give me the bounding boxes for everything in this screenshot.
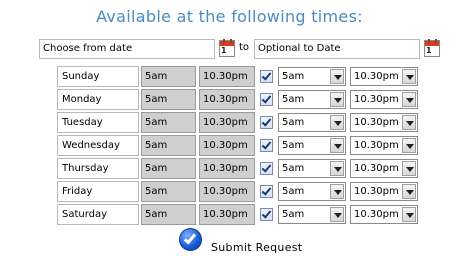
default-start-time: 5am [141, 158, 196, 179]
start-time-select[interactable]: 5am [278, 182, 346, 201]
day-enabled-checkbox[interactable] [260, 208, 273, 221]
default-end-time: 10.30pm [199, 112, 255, 133]
from-date-field[interactable]: Choose from date [39, 39, 215, 59]
chevron-down-icon[interactable] [402, 115, 416, 130]
date-range: Choose from date 1 to Optional to Date 1 [0, 39, 459, 59]
end-time-select[interactable]: 10.30pm [350, 159, 418, 178]
start-time-select[interactable]: 5am [278, 67, 346, 86]
end-time-select[interactable]: 10.30pm [350, 67, 418, 86]
day-field: Thursday [57, 158, 139, 179]
calendar-icon[interactable]: 1 [219, 39, 235, 57]
end-time-select[interactable]: 10.30pm [350, 205, 418, 224]
day-field: Saturday [57, 204, 139, 225]
chevron-down-icon[interactable] [402, 92, 416, 107]
day-enabled-checkbox[interactable] [260, 185, 273, 198]
start-time-value: 5am [282, 117, 305, 128]
start-time-value: 5am [282, 94, 305, 105]
start-time-value: 5am [282, 209, 305, 220]
schedule-row: Tuesday 5am 10.30pm 5am 10.30pm [0, 112, 459, 133]
default-end-time: 10.30pm [199, 181, 255, 202]
start-time-value: 5am [282, 186, 305, 197]
chevron-down-icon[interactable] [330, 184, 344, 199]
chevron-down-icon[interactable] [402, 161, 416, 176]
day-enabled-checkbox[interactable] [260, 139, 273, 152]
start-time-select[interactable]: 5am [278, 113, 346, 132]
chevron-down-icon[interactable] [330, 207, 344, 222]
end-time-value: 10.30pm [354, 94, 399, 105]
end-time-select[interactable]: 10.30pm [350, 113, 418, 132]
submit-label[interactable]: Submit Request [211, 241, 302, 254]
checkmark-circle-icon[interactable] [179, 228, 202, 251]
default-start-time: 5am [141, 112, 196, 133]
default-start-time: 5am [141, 204, 196, 225]
chevron-down-icon[interactable] [402, 69, 416, 84]
end-time-value: 10.30pm [354, 163, 399, 174]
day-enabled-checkbox[interactable] [260, 116, 273, 129]
start-time-select[interactable]: 5am [278, 90, 346, 109]
default-end-time: 10.30pm [199, 135, 255, 156]
chevron-down-icon[interactable] [402, 207, 416, 222]
page-title: Available at the following times: [96, 7, 363, 26]
start-time-value: 5am [282, 163, 305, 174]
day-field: Monday [57, 89, 139, 110]
end-time-select[interactable]: 10.30pm [350, 136, 418, 155]
to-date-field[interactable]: Optional to Date [254, 39, 420, 59]
calendar-icon[interactable]: 1 [424, 39, 440, 57]
chevron-down-icon[interactable] [402, 138, 416, 153]
chevron-down-icon[interactable] [330, 115, 344, 130]
schedule-row: Monday 5am 10.30pm 5am 10.30pm [0, 89, 459, 110]
chevron-down-icon[interactable] [330, 92, 344, 107]
to-label: to [239, 42, 250, 53]
day-field: Sunday [57, 66, 139, 87]
schedule-row: Thursday 5am 10.30pm 5am 10.30pm [0, 158, 459, 179]
default-end-time: 10.30pm [199, 204, 255, 225]
default-start-time: 5am [141, 66, 196, 87]
default-end-time: 10.30pm [199, 89, 255, 110]
schedule-row: Saturday 5am 10.30pm 5am 10.30pm [0, 204, 459, 225]
end-time-value: 10.30pm [354, 71, 399, 82]
default-start-time: 5am [141, 181, 196, 202]
day-enabled-checkbox[interactable] [260, 162, 273, 175]
end-time-value: 10.30pm [354, 140, 399, 151]
default-start-time: 5am [141, 89, 196, 110]
day-field: Friday [57, 181, 139, 202]
default-end-time: 10.30pm [199, 66, 255, 87]
end-time-value: 10.30pm [354, 117, 399, 128]
start-time-select[interactable]: 5am [278, 159, 346, 178]
end-time-select[interactable]: 10.30pm [350, 182, 418, 201]
chevron-down-icon[interactable] [330, 69, 344, 84]
end-time-value: 10.30pm [354, 186, 399, 197]
day-enabled-checkbox[interactable] [260, 70, 273, 83]
day-field: Wednesday [57, 135, 139, 156]
day-enabled-checkbox[interactable] [260, 93, 273, 106]
chevron-down-icon[interactable] [330, 161, 344, 176]
default-start-time: 5am [141, 135, 196, 156]
start-time-value: 5am [282, 71, 305, 82]
start-time-select[interactable]: 5am [278, 205, 346, 224]
schedule-row: Wednesday 5am 10.30pm 5am 10.30pm [0, 135, 459, 156]
day-field: Tuesday [57, 112, 139, 133]
start-time-select[interactable]: 5am [278, 136, 346, 155]
start-time-value: 5am [282, 140, 305, 151]
end-time-select[interactable]: 10.30pm [350, 90, 418, 109]
chevron-down-icon[interactable] [330, 138, 344, 153]
schedule-row: Sunday 5am 10.30pm 5am 10.30pm [0, 66, 459, 87]
schedule-row: Friday 5am 10.30pm 5am 10.30pm [0, 181, 459, 202]
default-end-time: 10.30pm [199, 158, 255, 179]
chevron-down-icon[interactable] [402, 184, 416, 199]
end-time-value: 10.30pm [354, 209, 399, 220]
